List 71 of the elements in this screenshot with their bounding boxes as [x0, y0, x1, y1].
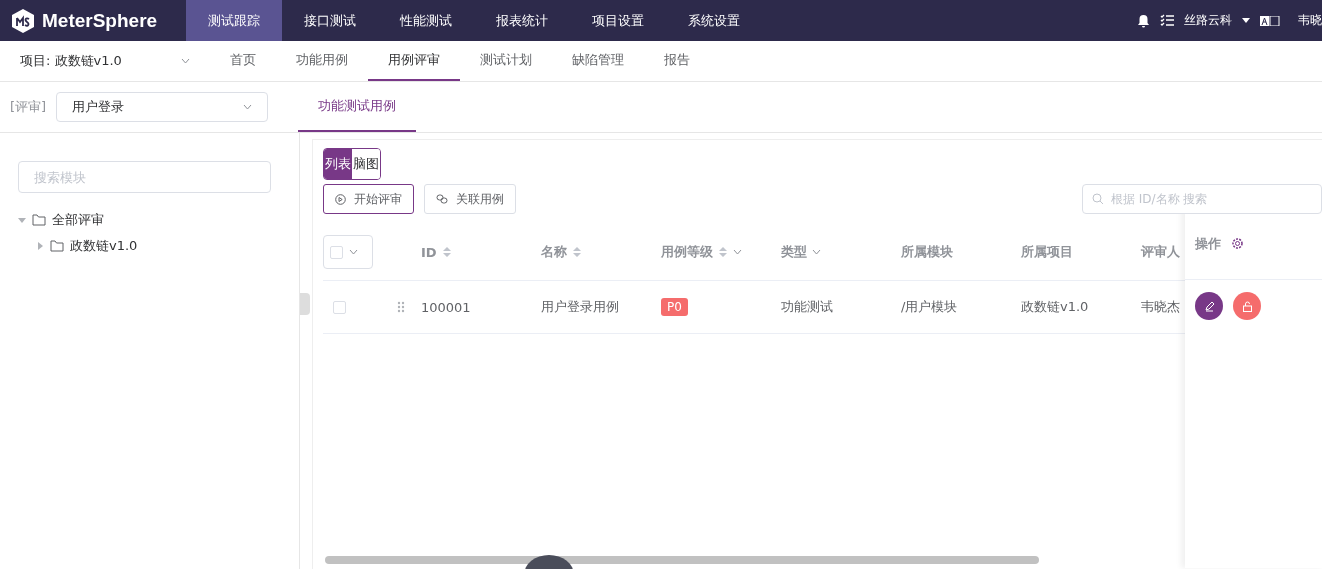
- nav-tab[interactable]: 功能用例: [276, 41, 368, 81]
- filter-icon[interactable]: [243, 104, 253, 110]
- review-label: [评审]: [9, 98, 48, 116]
- column-header: ID: [421, 244, 437, 260]
- column-header: 操作: [1195, 234, 1221, 253]
- unlock-button[interactable]: [1233, 292, 1261, 320]
- view-toggle[interactable]: 列表: [324, 149, 352, 179]
- table-cell-text: 100001: [421, 299, 472, 315]
- user-name[interactable]: 韦晓: [1298, 12, 1322, 29]
- folder-icon: [50, 240, 64, 252]
- pencil-icon: [1203, 300, 1215, 312]
- tree-item[interactable]: 政数链v1.0: [36, 233, 281, 259]
- start-review-button[interactable]: 开始评审: [323, 184, 414, 214]
- content-tab[interactable]: 功能测试用例: [298, 82, 417, 132]
- table-cell-text: /用户模块: [901, 298, 959, 316]
- column-header: 所属模块: [901, 243, 953, 261]
- nav-tab[interactable]: 用例评审: [368, 41, 460, 81]
- row-checkbox[interactable]: [333, 300, 346, 314]
- table-cell-text: 用户登录用例: [541, 298, 620, 316]
- sort-icon[interactable]: [572, 246, 582, 258]
- filter-icon[interactable]: [181, 58, 190, 64]
- column-header: 名称: [541, 243, 567, 261]
- nav-tab[interactable]: 首页: [210, 41, 276, 81]
- settings-icon[interactable]: [1231, 237, 1244, 250]
- filter-icon[interactable]: [733, 249, 742, 255]
- nav-tab[interactable]: 报告: [644, 41, 710, 81]
- filter-icon[interactable]: [812, 249, 821, 255]
- column-header: 用例等级: [661, 243, 713, 261]
- nav-tab[interactable]: 测试计划: [460, 41, 552, 81]
- edit-button[interactable]: [1195, 292, 1223, 320]
- link-case-button[interactable]: 关联用例: [424, 184, 516, 214]
- priority-tag: P0: [661, 298, 688, 316]
- nav-tab[interactable]: 性能测试: [378, 0, 474, 41]
- search-field[interactable]: 根据 ID/名称 搜索: [1082, 184, 1322, 214]
- caret-icon: [36, 242, 44, 250]
- play-icon: [335, 193, 346, 205]
- column-header: 类型: [781, 243, 807, 261]
- language-icon[interactable]: [1260, 15, 1280, 26]
- logo-text: MeterSphere: [42, 9, 158, 32]
- logo-icon: [10, 7, 36, 34]
- nav-tab[interactable]: 测试跟踪: [186, 0, 282, 41]
- caret-icon: [18, 216, 26, 224]
- scrollbar[interactable]: [325, 556, 1039, 564]
- nav-tab[interactable]: 报表统计: [474, 0, 570, 41]
- sort-icon[interactable]: [441, 246, 452, 258]
- folder-icon: [32, 214, 46, 226]
- dropdown-icon[interactable]: [1242, 18, 1250, 23]
- nav-tab[interactable]: 系统设置: [666, 0, 762, 41]
- column-header: 评审人: [1141, 243, 1180, 261]
- select-all-checkbox[interactable]: [330, 245, 343, 259]
- review-select[interactable]: 用户登录: [56, 92, 269, 122]
- table-cell-text: 政数链v1.0: [1021, 298, 1090, 316]
- table-cell-text: 韦晓杰: [1141, 298, 1181, 316]
- nav-tab[interactable]: 项目设置: [570, 0, 666, 41]
- bell-icon[interactable]: [1137, 13, 1150, 28]
- column-header: 所属项目: [1021, 243, 1073, 261]
- sort-icon[interactable]: [718, 246, 728, 258]
- table-cell-text: 功能测试: [781, 298, 834, 316]
- nav-tab[interactable]: 缺陷管理: [552, 41, 644, 81]
- workspace-label[interactable]: 丝路云科: [1184, 12, 1232, 29]
- drag-handle-icon[interactable]: [397, 301, 405, 313]
- collapse-handle[interactable]: [300, 293, 310, 315]
- nav-tab[interactable]: 接口测试: [282, 0, 378, 41]
- view-toggle[interactable]: 脑图: [352, 149, 380, 179]
- filter-icon[interactable]: [349, 249, 358, 255]
- search-field[interactable]: 搜索模块: [18, 161, 271, 193]
- link-icon: [436, 194, 448, 204]
- project-select[interactable]: 项目: 政数链v1.0: [0, 41, 210, 81]
- tree-item[interactable]: 全部评审: [18, 207, 281, 233]
- unlock-icon: [1241, 300, 1253, 312]
- checklist-icon[interactable]: [1160, 14, 1174, 27]
